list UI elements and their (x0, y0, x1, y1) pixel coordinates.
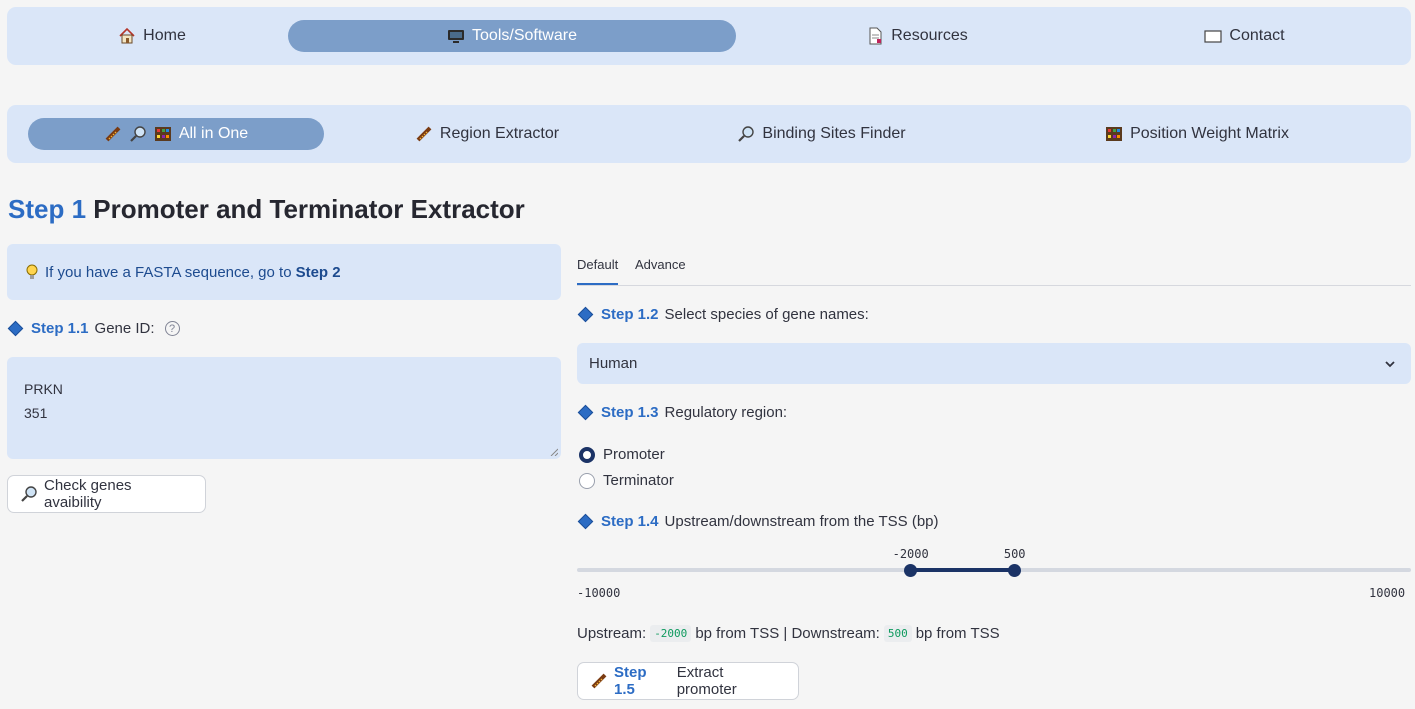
gene-id-textarea[interactable]: PRKN 351 (7, 357, 561, 459)
slider-high-value: 500 (1003, 547, 1026, 561)
chevron-down-icon (1381, 355, 1399, 373)
subnav-pwm-label: Position Weight Matrix (1130, 125, 1289, 142)
step-1-1-text: Gene ID: (94, 320, 155, 337)
monitor-icon (447, 27, 465, 45)
step-1-2-text: Select species of gene names: (664, 306, 869, 323)
radio-terminator-label: Terminator (603, 472, 674, 489)
subnav-all-in-one[interactable]: All in One (28, 118, 324, 150)
gene-id-line-2: 351 (24, 405, 48, 421)
species-select[interactable]: Human (577, 343, 1411, 384)
diamond-icon (7, 320, 24, 337)
subnav-position-weight-matrix[interactable]: Position Weight Matrix (1101, 118, 1293, 150)
gene-id-line-1: PRKN (24, 381, 63, 397)
step-1-4-label: Step 1.4 Upstream/downstream from the TS… (577, 513, 939, 530)
step-1-5-number: Step 1.5 (614, 664, 647, 698)
step-1-5-text: Extract promoter (676, 664, 737, 698)
nav-contact[interactable]: Contact (1197, 20, 1292, 52)
summary-downstream-value: 500 (883, 625, 912, 642)
step-1-1-number: Step 1.1 (31, 320, 89, 337)
nav-resources-label: Resources (891, 27, 968, 44)
radio-promoter-circle[interactable] (579, 446, 595, 463)
fasta-info-link[interactable]: Step 2 (296, 264, 341, 281)
radio-terminator[interactable]: Terminator (579, 472, 674, 489)
page-title-text: Promoter and Terminator Extractor (93, 194, 525, 224)
summary-upstream-suffix: bp from TSS | Downstream: (695, 625, 880, 642)
abacus-icon (154, 125, 172, 143)
subnav-binding-sites-label: Binding Sites Finder (762, 125, 906, 142)
tab-advance[interactable]: Advance (635, 257, 686, 272)
nav-home-label: Home (143, 27, 186, 44)
house-icon (118, 27, 136, 45)
subnav-binding-sites-finder[interactable]: Binding Sites Finder (734, 118, 909, 150)
nav-home[interactable]: Home (107, 20, 197, 52)
help-icon[interactable]: ? (164, 321, 180, 336)
summary-downstream-suffix: bp from TSS (915, 625, 1000, 642)
step-1-2-label: Step 1.2 Select species of gene names: (577, 306, 869, 323)
nav-tools-software[interactable]: Tools/Software (288, 20, 736, 52)
step-1-4-text: Upstream/downstream from the TSS (bp) (664, 513, 939, 530)
envelope-icon (1204, 27, 1223, 45)
nav-resources[interactable]: Resources (862, 20, 972, 52)
slider-max-label: 10000 (1369, 586, 1406, 600)
range-summary: Upstream: -2000 bp from TSS | Downstream… (577, 625, 1000, 642)
top-navbar: Home Tools/Software Resources Contact (7, 7, 1411, 65)
diamond-icon (577, 306, 594, 323)
document-icon (866, 27, 884, 45)
step-1-3-text: Regulatory region: (664, 404, 788, 421)
slider-low-value: -2000 (892, 547, 929, 561)
extract-promoter-button[interactable]: Step 1.5 Extract promoter (577, 662, 799, 700)
step-1-3-number: Step 1.3 (601, 404, 659, 421)
magnifier-icon (737, 125, 755, 143)
step-1-3-label: Step 1.3 Regulatory region: (577, 404, 787, 421)
step-1-2-number: Step 1.2 (601, 306, 659, 323)
subnav-region-extractor-label: Region Extractor (439, 125, 560, 142)
lightbulb-icon (23, 263, 41, 281)
radio-promoter[interactable]: Promoter (579, 446, 665, 463)
abacus-icon (1105, 125, 1123, 143)
subnav-all-in-one-label: All in One (178, 125, 249, 142)
resize-handle-icon[interactable] (550, 448, 558, 456)
summary-upstream-value: -2000 (650, 625, 692, 642)
fasta-info-box: If you have a FASTA sequence, go to Step… (7, 244, 561, 300)
dna-icon (590, 672, 608, 690)
tss-range-slider-high-handle[interactable] (1008, 564, 1022, 577)
tss-range-slider-low-handle[interactable] (904, 564, 918, 577)
subnav-region-extractor[interactable]: Region Extractor (412, 118, 562, 150)
dna-icon (104, 125, 122, 143)
check-genes-label: Check genes avaibility (44, 477, 132, 511)
step-1-4-number: Step 1.4 (601, 513, 659, 530)
page-title-step: Step 1 (8, 194, 87, 224)
options-tabs: Default Advance (577, 250, 1411, 286)
tab-default[interactable]: Default (577, 257, 619, 285)
tss-range-slider-fill (910, 568, 1015, 572)
diamond-icon (577, 513, 594, 530)
species-select-value: Human (589, 355, 638, 372)
radio-promoter-label: Promoter (603, 446, 665, 463)
step-1-1-label: Step 1.1 Gene ID: ? (7, 320, 180, 337)
fasta-info-text: If you have a FASTA sequence, go to (45, 263, 292, 281)
dna-icon (415, 125, 433, 143)
magnifier-icon (129, 125, 147, 143)
slider-min-label: -10000 (577, 586, 621, 600)
page-title: Step 1 Promoter and Terminator Extractor (8, 194, 525, 225)
check-genes-button[interactable]: Check genes avaibility (7, 475, 206, 513)
nav-contact-label: Contact (1229, 27, 1285, 44)
nav-tools-label: Tools/Software (472, 27, 577, 44)
tool-subnav: All in One Region Extractor Binding Site… (7, 105, 1411, 163)
diamond-icon (577, 404, 594, 421)
magnifier-icon (20, 485, 38, 503)
summary-upstream-label: Upstream: (577, 625, 647, 642)
radio-terminator-circle[interactable] (579, 472, 595, 489)
